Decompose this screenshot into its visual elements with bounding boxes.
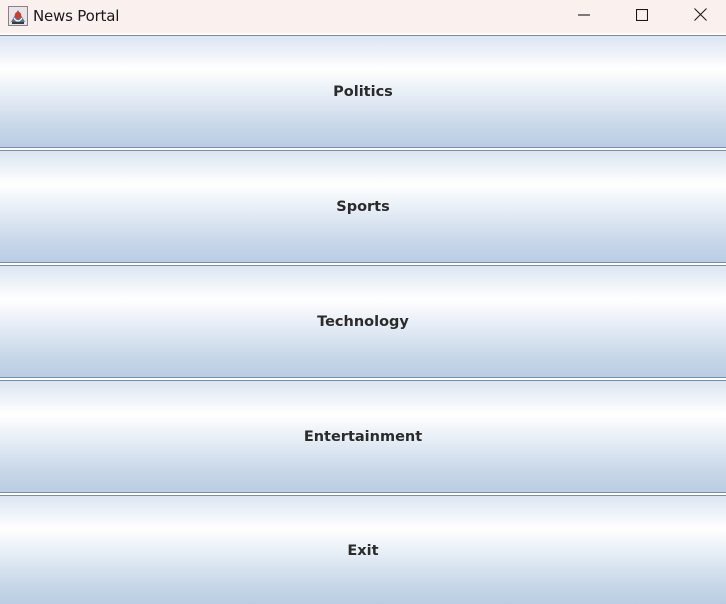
maximize-icon: [635, 8, 649, 26]
exit-button-label: Exit: [347, 542, 379, 559]
menu-panel: Politics Sports Technology Entertainment…: [0, 35, 726, 604]
entertainment-button-label: Entertainment: [303, 428, 423, 445]
close-button[interactable]: [671, 0, 726, 33]
close-icon: [693, 7, 707, 26]
java-app-icon: [8, 6, 28, 26]
politics-button[interactable]: Politics: [0, 35, 726, 148]
sports-button[interactable]: Sports: [0, 150, 726, 263]
technology-button[interactable]: Technology: [0, 265, 726, 378]
exit-button[interactable]: Exit: [0, 495, 726, 604]
politics-button-label: Politics: [333, 83, 393, 100]
sports-button-label: Sports: [336, 198, 390, 215]
minimize-button[interactable]: [555, 0, 613, 33]
title-bar[interactable]: News Portal: [0, 0, 726, 33]
maximize-button[interactable]: [613, 0, 671, 33]
entertainment-button[interactable]: Entertainment: [0, 380, 726, 493]
app-window: News Portal Politics Sports Technology E…: [0, 0, 726, 604]
technology-button-label: Technology: [317, 313, 409, 330]
minimize-icon: [578, 8, 590, 26]
window-title: News Portal: [33, 7, 120, 25]
